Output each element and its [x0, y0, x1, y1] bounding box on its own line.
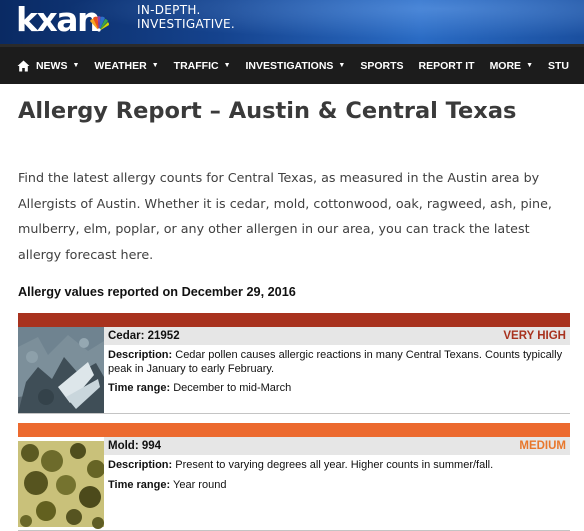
time-range-label: Time range: [108, 478, 171, 491]
allergen-card-cedar: Cedar: 21952 VERY HIGH Description: Ceda… [18, 313, 570, 414]
nav-item-label: MORE [489, 59, 522, 72]
nbc-peacock-icon [90, 16, 110, 32]
nav-item-investigations[interactable]: INVESTIGATIONS ▼ [246, 60, 346, 72]
allergen-description: Description: Present to varying degrees … [104, 459, 570, 473]
time-range-text: December to mid-March [173, 382, 292, 394]
nav-home-button[interactable] [12, 47, 36, 84]
nav-item-traffic[interactable]: TRAFFIC ▼ [174, 60, 231, 72]
nav-item-weather[interactable]: WEATHER ▼ [94, 60, 158, 72]
tagline-line-1: IN-DEPTH. [137, 3, 201, 17]
nav-item-label: INVESTIGATIONS [245, 59, 334, 72]
cedar-tree-image [18, 327, 104, 413]
header-tagline: IN-DEPTH. INVESTIGATIVE. [137, 3, 235, 31]
nav-item-label: REPORT IT [418, 59, 475, 72]
time-range-label: Time range: [108, 382, 171, 394]
nav-item-truncated[interactable]: STU [548, 60, 569, 72]
level-color-bar [18, 313, 570, 327]
nav-item-label: TRAFFIC [173, 59, 219, 72]
chevron-down-icon: ▼ [526, 62, 533, 69]
chevron-down-icon: ▼ [151, 62, 159, 69]
chevron-down-icon: ▼ [223, 62, 231, 69]
nav-item-label: SPORTS [360, 59, 404, 72]
allergen-level: VERY HIGH [503, 330, 566, 342]
allergen-header: Cedar: 21952 VERY HIGH [104, 327, 570, 345]
tagline-line-2: INVESTIGATIVE. [137, 17, 236, 31]
intro-paragraph: Find the latest allergy counts for Centr… [18, 170, 552, 263]
level-color-bar [18, 423, 570, 437]
allergen-info: Cedar: 21952 VERY HIGH Description: Ceda… [104, 327, 570, 396]
allergen-card-mold: Mold: 994 MEDIUM Description: Present to… [18, 423, 570, 531]
main-nav: NEWS ▼ WEATHER ▼ TRAFFIC ▼ INVESTIGATIONS ▼ … [0, 44, 584, 84]
report-date-heading: Allergy values reported on December 29, … [18, 285, 296, 299]
allergen-time-range: Time range: Year round [104, 479, 570, 493]
allergen-card-body: Mold: 994 MEDIUM Description: Present to… [18, 437, 570, 531]
time-range-text: Year round [173, 478, 227, 491]
home-icon [17, 60, 30, 71]
allergen-time-range: Time range: December to mid-March [104, 382, 570, 396]
nav-item-sports[interactable]: SPORTS [360, 60, 403, 72]
allergen-description: Description: Cedar pollen causes allergi… [104, 349, 570, 376]
nav-item-label: STU [548, 59, 569, 72]
nav-item-more[interactable]: MORE ▼ [490, 60, 533, 72]
nav-item-news[interactable]: NEWS ▼ [36, 60, 79, 72]
allergen-name-count: Cedar: 21952 [108, 330, 180, 342]
site-header: kxan IN-DEPTH. INVESTIGATIVE. [0, 0, 584, 44]
allergen-header: Mold: 994 MEDIUM [104, 437, 570, 455]
description-text: Present to varying degrees all year. Hig… [175, 459, 494, 471]
allergen-info: Mold: 994 MEDIUM Description: Present to… [104, 437, 570, 492]
nav-item-label: WEATHER [94, 59, 147, 72]
description-text: Cedar pollen causes allergic reactions i… [108, 349, 563, 375]
allergen-card-body: Cedar: 21952 VERY HIGH Description: Ceda… [18, 327, 570, 414]
allergen-name-count: Mold: 994 [108, 440, 162, 452]
description-label: Description: [108, 459, 173, 471]
page-title: Allergy Report – Austin & Central Texas [18, 98, 517, 124]
nav-item-report-it[interactable]: REPORT IT [419, 60, 475, 72]
allergen-level: MEDIUM [519, 440, 566, 452]
mold-image [18, 441, 104, 529]
chevron-down-icon: ▼ [338, 62, 346, 69]
description-label: Description: [108, 349, 173, 361]
kxan-logo[interactable]: kxan [16, 2, 101, 38]
chevron-down-icon: ▼ [72, 62, 80, 69]
nav-item-label: NEWS [35, 59, 68, 72]
